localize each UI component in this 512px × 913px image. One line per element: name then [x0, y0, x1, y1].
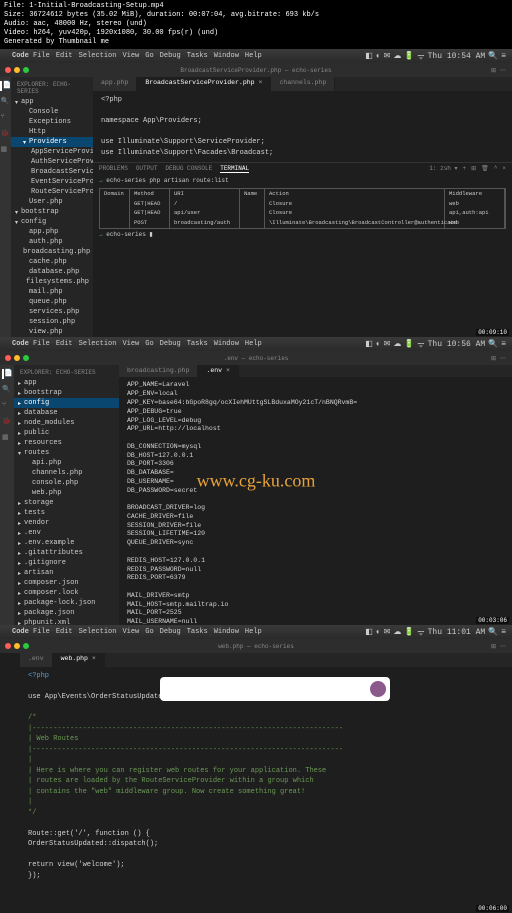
- tree-item[interactable]: Exceptions: [11, 117, 93, 127]
- video-metadata: File: 1-Initial-Broadcasting-Setup.mp4 S…: [0, 0, 512, 49]
- activity-bar[interactable]: 📄 🔍 ⑂ 🐞 ▦: [0, 77, 11, 337]
- terminal-panel[interactable]: PROBLEMSOUTPUTDEBUG CONSOLETERMINAL1: zs…: [93, 162, 512, 241]
- tree-item[interactable]: console.php: [14, 478, 119, 488]
- tree-item[interactable]: ▸bootstrap: [14, 388, 119, 398]
- menubar-right: ◧◐✉☁🔋ᯤThu 10:54 AM🔍≡: [365, 51, 506, 62]
- tree-item[interactable]: User.php: [11, 197, 93, 207]
- tree-item[interactable]: ▸resources: [14, 438, 119, 448]
- tree-item[interactable]: AuthServiceProvider.php: [11, 157, 93, 167]
- ext-icon: ▦: [0, 145, 10, 155]
- tree-item[interactable]: ▾bootstrap: [11, 207, 93, 217]
- editor-tab[interactable]: web.php×: [53, 653, 105, 667]
- tree-item[interactable]: RouteServiceProvider.php: [11, 187, 93, 197]
- tree-item[interactable]: ▸tests: [14, 508, 119, 518]
- editor-tabs[interactable]: app.phpBroadcastServiceProvider.php×chan…: [93, 77, 512, 91]
- editor-area: app.phpBroadcastServiceProvider.php×chan…: [93, 77, 512, 337]
- app-menu[interactable]: Code FileEditSelectionViewGoDebugTasksWi…: [12, 52, 268, 60]
- tree-item[interactable]: ▸package.json: [14, 608, 119, 618]
- tree-item[interactable]: BroadcastServiceProvider.php: [11, 167, 93, 177]
- tree-item[interactable]: ▸phpunit.xml: [14, 618, 119, 625]
- thumbnail-1: Code FileEditSelectionViewGoDebugTasksWi…: [0, 49, 512, 337]
- editor-tab[interactable]: channels.php: [271, 77, 335, 91]
- window-controls[interactable]: [0, 64, 34, 76]
- search-icon: 🔍: [0, 97, 10, 107]
- tree-item[interactable]: ▸public: [14, 428, 119, 438]
- tree-item[interactable]: broadcasting.php: [11, 247, 93, 257]
- editor-tab[interactable]: .env×: [198, 365, 239, 377]
- tree-item[interactable]: ▸config: [14, 398, 119, 408]
- tree-item[interactable]: ▸composer.json: [14, 578, 119, 588]
- editor-tab[interactable]: app.php: [93, 77, 137, 91]
- avatar: [370, 681, 386, 697]
- tree-item[interactable]: ▸.env: [14, 528, 119, 538]
- tree-item[interactable]: ▸.gitattributes: [14, 548, 119, 558]
- explorer-icon: 📄: [0, 81, 10, 91]
- thumbnail-3: Code FileEditSelectionViewGoDebugTasksWi…: [0, 625, 512, 913]
- window-titlebar: BroadcastServiceProvider.php — echo-seri…: [0, 63, 512, 77]
- tree-item[interactable]: mail.php: [11, 287, 93, 297]
- tree-item[interactable]: ▸.gitignore: [14, 558, 119, 568]
- tree-item[interactable]: filesystems.php: [11, 277, 93, 287]
- mac-menubar: Code FileEditSelectionViewGoDebugTasksWi…: [0, 49, 512, 63]
- tree-item[interactable]: ▾routes: [14, 448, 119, 458]
- tree-item[interactable]: ▸vendor: [14, 518, 119, 528]
- tree-item[interactable]: web.php: [14, 488, 119, 498]
- editor-tab[interactable]: .env: [20, 653, 53, 667]
- tree-item[interactable]: ▸composer.lock: [14, 588, 119, 598]
- editor-tab[interactable]: broadcasting.php: [119, 365, 198, 377]
- tree-item[interactable]: ▸app: [14, 378, 119, 388]
- code-editor[interactable]: <?php namespace App\Providers; use Illum…: [93, 91, 512, 162]
- tree-item[interactable]: app.php: [11, 227, 93, 237]
- tree-item[interactable]: Http: [11, 127, 93, 137]
- git-icon: ⑂: [0, 113, 10, 123]
- tree-item[interactable]: cache.php: [11, 257, 93, 267]
- tree-item[interactable]: session.php: [11, 317, 93, 327]
- explorer-sidebar: EXPLORER: ECHO-SERIES ▾appConsoleExcepti…: [11, 77, 93, 337]
- tree-item[interactable]: ▸package-lock.json: [14, 598, 119, 608]
- editor-tab[interactable]: BroadcastServiceProvider.php×: [137, 77, 271, 91]
- tree-item[interactable]: channels.php: [14, 468, 119, 478]
- tree-item[interactable]: api.php: [14, 458, 119, 468]
- tree-item[interactable]: EventServiceProvider.php: [11, 177, 93, 187]
- tree-item[interactable]: Console: [11, 107, 93, 117]
- tree-item[interactable]: ▸artisan: [14, 568, 119, 578]
- timestamp: 00:09:10: [476, 329, 509, 336]
- tree-item[interactable]: AppServiceProvider.php: [11, 147, 93, 157]
- thumbnail-2: Code FileEditSelectionViewGoDebugTasksWi…: [0, 337, 512, 625]
- tree-item[interactable]: view.php: [11, 327, 93, 337]
- tree-item[interactable]: ▾Providers: [11, 137, 93, 147]
- debug-icon: 🐞: [0, 129, 10, 139]
- tree-item[interactable]: services.php: [11, 307, 93, 317]
- tree-item[interactable]: ▸storage: [14, 498, 119, 508]
- tree-item[interactable]: ▾config: [11, 217, 93, 227]
- tree-item[interactable]: ▸database: [14, 408, 119, 418]
- tree-item[interactable]: auth.php: [11, 237, 93, 247]
- tree-item[interactable]: ▸.env.example: [14, 538, 119, 548]
- tree-item[interactable]: ▾app: [11, 97, 93, 107]
- notification-popup[interactable]: [160, 677, 390, 701]
- tree-item[interactable]: database.php: [11, 267, 93, 277]
- tree-item[interactable]: ▸node_modules: [14, 418, 119, 428]
- tree-item[interactable]: queue.php: [11, 297, 93, 307]
